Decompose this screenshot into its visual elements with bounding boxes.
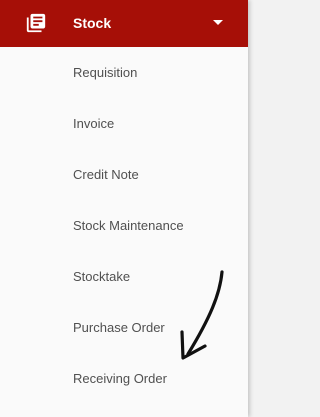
menu-item-label: Credit Note bbox=[73, 167, 139, 182]
stock-section-title: Stock bbox=[73, 15, 112, 31]
library-books-icon bbox=[26, 13, 46, 33]
navigation-drawer: Stock Requisition Invoice Credit Note St… bbox=[0, 0, 248, 417]
caret-down-icon[interactable] bbox=[213, 20, 223, 25]
menu-item-label: Requisition bbox=[73, 65, 138, 80]
page-background: Stock Requisition Invoice Credit Note St… bbox=[0, 0, 259, 417]
menu-item-invoice[interactable]: Invoice bbox=[0, 98, 248, 149]
stock-section-header[interactable]: Stock bbox=[0, 0, 248, 47]
hand-drawn-arrow-icon bbox=[180, 270, 224, 360]
menu-item-stock-maintenance[interactable]: Stock Maintenance bbox=[0, 200, 248, 251]
menu-item-label: Stock Maintenance bbox=[73, 218, 184, 233]
menu-item-label: Stocktake bbox=[73, 269, 131, 284]
menu-item-credit-note[interactable]: Credit Note bbox=[0, 149, 248, 200]
menu-item-label: Invoice bbox=[73, 116, 115, 131]
menu-item-label: Purchase Order bbox=[73, 320, 165, 335]
menu-item-label: Receiving Order bbox=[73, 371, 167, 386]
menu-item-requisition[interactable]: Requisition bbox=[0, 47, 248, 98]
